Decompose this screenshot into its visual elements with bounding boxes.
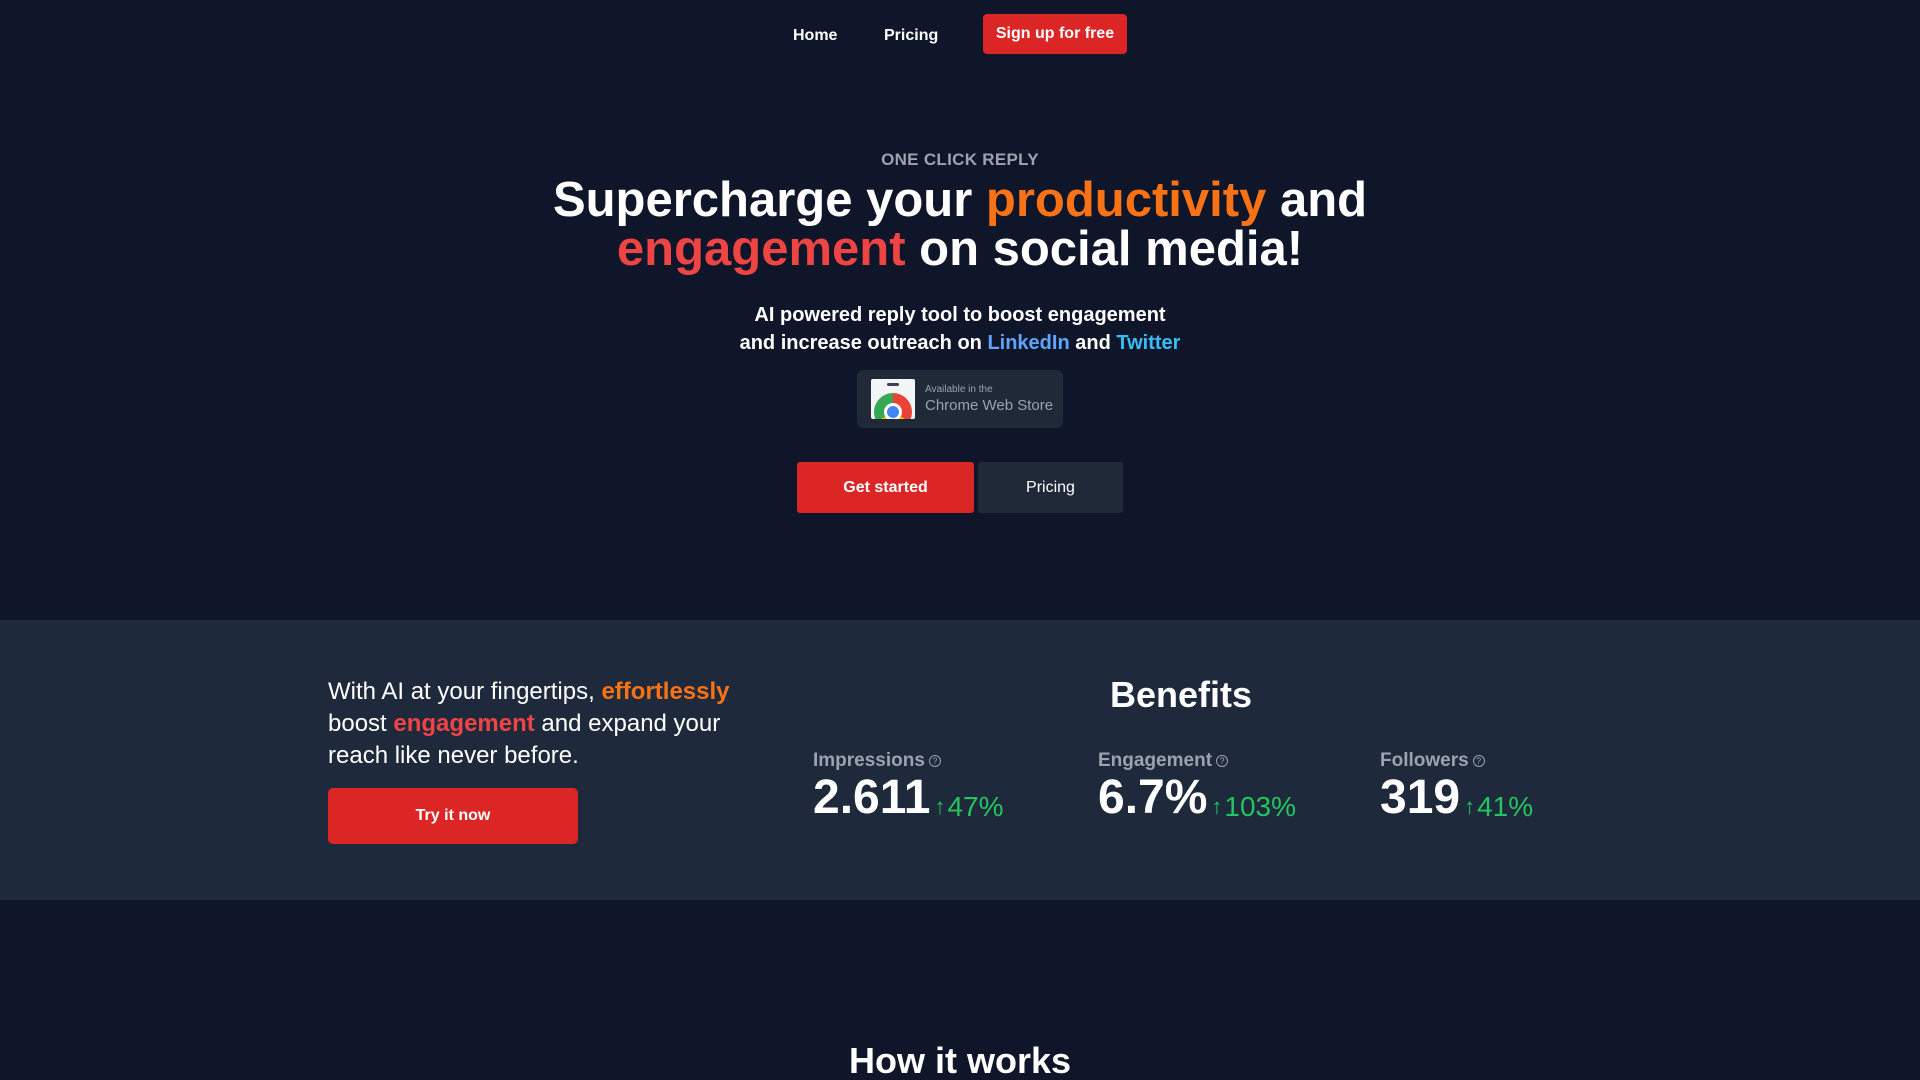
help-circle-icon[interactable]: ? <box>928 755 941 767</box>
cws-text: Available in the Chrome Web Store <box>925 384 1054 414</box>
chrome-web-store-badge[interactable]: Available in the Chrome Web Store <box>857 370 1063 428</box>
hero-section: ONE CLICK REPLY Supercharge your product… <box>0 150 1920 357</box>
band-copy-part: boost <box>328 710 394 737</box>
stat-label: Engagement ? <box>1098 750 1296 772</box>
hero-cta-row: Get started Pricing <box>797 462 1123 513</box>
stat-label-text: Impressions <box>813 750 925 771</box>
nav-pricing-link[interactable]: Pricing <box>884 27 938 45</box>
stat-followers: Followers ? 319 ↑ 41% <box>1380 750 1533 822</box>
headline-productivity: productivity <box>985 173 1267 227</box>
stat-value: 6.7% <box>1098 771 1208 824</box>
band-effortlessly: effortlessly <box>601 678 730 705</box>
arrow-up-icon: ↑ <box>1211 794 1223 819</box>
stat-label-text: Engagement <box>1098 750 1213 771</box>
stat-row: 6.7% ↑ 103% <box>1098 774 1296 822</box>
subline-part: and increase outreach on <box>739 332 988 354</box>
chrome-web-store-icon <box>871 379 915 419</box>
benefits-title: Benefits <box>1110 674 1253 715</box>
stat-engagement: Engagement ? 6.7% ↑ 103% <box>1098 750 1296 822</box>
help-circle-icon[interactable]: ? <box>1216 755 1229 767</box>
headline-engagement: engagement <box>616 222 906 276</box>
stat-value: 319 <box>1380 771 1461 824</box>
stat-delta-value: 47% <box>947 791 1004 822</box>
signup-button[interactable]: Sign up for free <box>983 14 1127 54</box>
arrow-up-icon: ↑ <box>934 794 946 819</box>
arrow-up-icon: ↑ <box>1464 794 1476 819</box>
headline-part: and <box>1266 173 1368 227</box>
stat-delta-value: 41% <box>1477 791 1534 822</box>
twitter-link[interactable]: Twitter <box>1116 332 1180 354</box>
band-copy: With AI at your fingertips, effortlessly… <box>328 676 748 772</box>
stat-value: 2.611 <box>813 771 931 824</box>
stat-delta-value: 103% <box>1224 791 1297 822</box>
get-started-button[interactable]: Get started <box>797 462 974 513</box>
help-circle-icon[interactable]: ? <box>1472 755 1485 767</box>
band-engagement: engagement <box>393 710 535 737</box>
stat-row: 319 ↑ 41% <box>1380 774 1533 822</box>
stat-label-text: Followers <box>1380 750 1469 771</box>
hero-eyebrow: ONE CLICK REPLY <box>881 150 1039 169</box>
how-it-works-title: How it works <box>848 1040 1072 1080</box>
nav-home-link[interactable]: Home <box>793 27 837 45</box>
stat-row: 2.611 ↑ 47% <box>813 774 1004 822</box>
stat-delta: ↑ 47% <box>934 792 1003 822</box>
hero-headline: Supercharge your productivity and engage… <box>0 176 1920 274</box>
top-nav: Home Pricing Sign up for free <box>0 0 1920 70</box>
subline-part: and <box>1069 332 1117 354</box>
benefits-band: With AI at your fingertips, effortlessly… <box>0 620 1920 900</box>
stat-delta: ↑ 41% <box>1464 792 1533 822</box>
linkedin-link[interactable]: LinkedIn <box>987 332 1069 354</box>
hero-subline: AI powered reply tool to boost engagemen… <box>0 301 1920 357</box>
band-copy-part: With AI at your fingertips, <box>328 678 602 705</box>
cws-big-text: Chrome Web Store <box>925 397 1054 414</box>
headline-part: on social media! <box>905 222 1304 276</box>
stat-label: Impressions ? <box>813 750 1004 772</box>
cws-small-text: Available in the <box>925 384 993 395</box>
headline-part: Supercharge your <box>552 173 986 227</box>
stat-delta: ↑ 103% <box>1211 792 1296 822</box>
stat-impressions: Impressions ? 2.611 ↑ 47% <box>813 750 1004 822</box>
try-it-now-button[interactable]: Try it now <box>328 788 578 844</box>
stat-label: Followers ? <box>1380 750 1533 772</box>
pricing-button[interactable]: Pricing <box>978 462 1123 513</box>
subline-part: AI powered reply tool to boost engagemen… <box>754 304 1166 326</box>
